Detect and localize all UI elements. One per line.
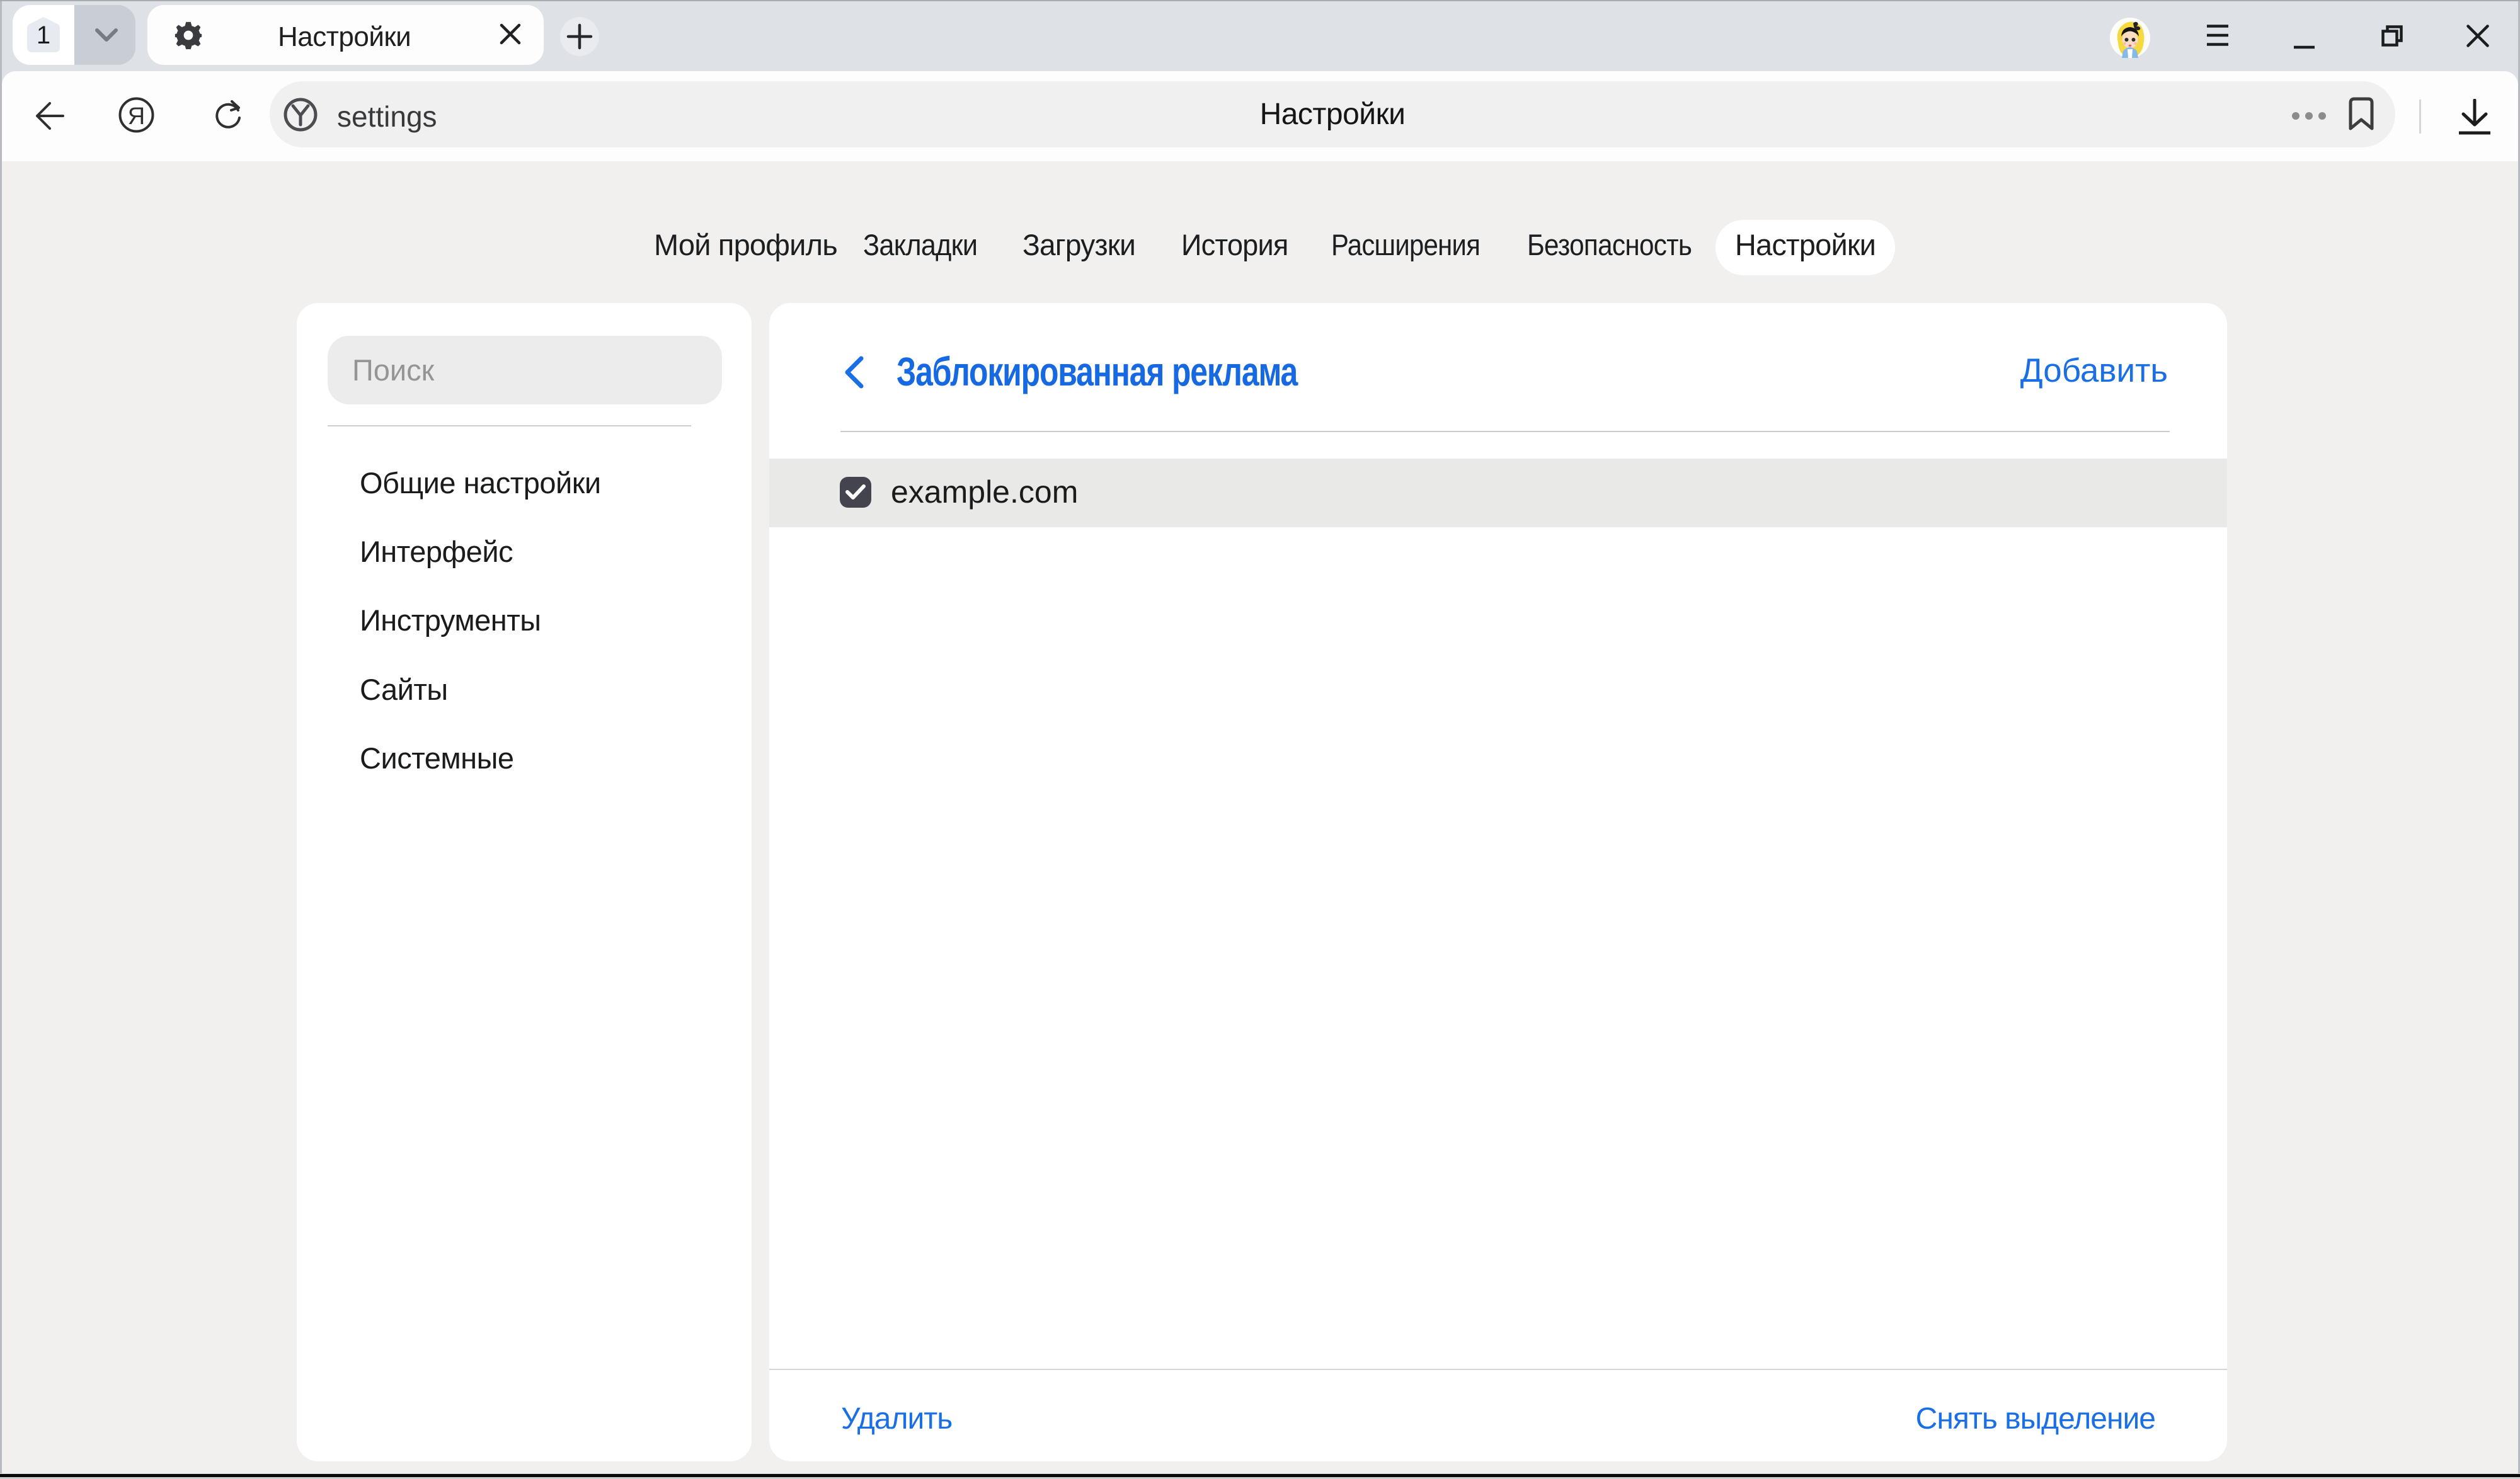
svg-text:Я: Я xyxy=(128,103,145,130)
svg-text:1: 1 xyxy=(37,21,50,49)
